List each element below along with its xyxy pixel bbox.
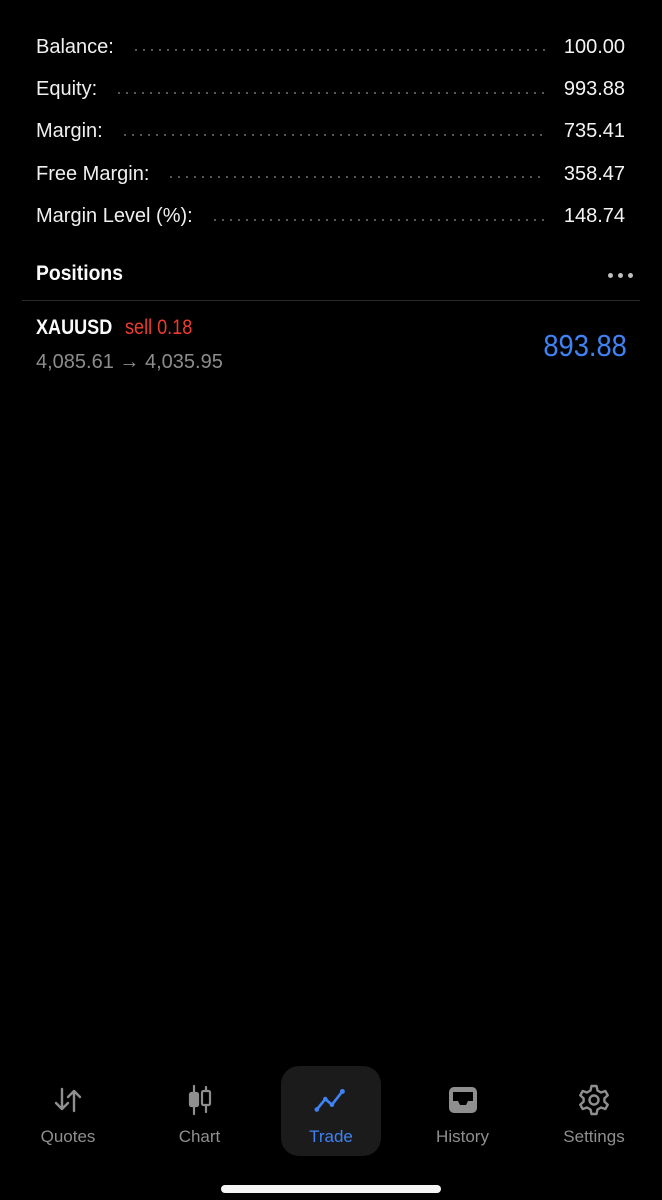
summary-row-margin: Margin: 735.41 — [36, 111, 625, 153]
summary-row-margin-level: Margin Level (%): 148.74 — [36, 196, 625, 238]
position-profit: 893.88 — [543, 328, 627, 363]
position-row[interactable]: XAUUSD sell 0.18 4,085.61 → 4,035.95 893… — [36, 310, 627, 380]
dotted-leader — [210, 218, 546, 221]
summary-row-free-margin: Free Margin: 358.47 — [36, 153, 625, 195]
summary-value: 358.47 — [563, 162, 625, 185]
summary-label: Free Margin: — [36, 162, 150, 185]
account-summary: Balance: 100.00 Equity: 993.88 Margin: 7… — [36, 26, 625, 238]
position-symbol: XAUUSD — [36, 316, 113, 339]
positions-header: Positions — [22, 252, 640, 301]
more-options-icon[interactable] — [600, 262, 640, 288]
quotes-arrows-icon — [50, 1082, 86, 1118]
dot — [627, 272, 633, 278]
dot — [617, 272, 623, 278]
summary-row-equity: Equity: 993.88 — [36, 68, 625, 110]
gear-icon — [576, 1082, 612, 1118]
dotted-leader — [167, 176, 546, 179]
trend-line-icon — [313, 1082, 349, 1118]
position-prices: 4,085.61 → 4,035.95 — [36, 351, 223, 373]
tab-trade[interactable]: Trade — [281, 1066, 381, 1156]
dotted-leader — [131, 49, 546, 52]
summary-label: Margin: — [36, 120, 103, 143]
bottom-tab-bar: Quotes Chart Trade History Settings — [18, 1066, 644, 1158]
tab-settings[interactable]: Settings — [544, 1066, 644, 1156]
summary-value: 735.41 — [563, 120, 625, 143]
summary-value: 100.00 — [563, 35, 625, 58]
summary-label: Equity: — [36, 78, 98, 101]
tab-label: Trade — [309, 1127, 353, 1146]
positions-title: Positions — [36, 262, 123, 285]
position-side-volume: sell 0.18 — [125, 316, 193, 339]
dotted-leader — [120, 133, 546, 136]
candlestick-icon — [182, 1082, 218, 1118]
summary-value: 148.74 — [563, 205, 625, 228]
tab-history[interactable]: History — [413, 1066, 513, 1156]
tab-label: Settings — [563, 1127, 625, 1146]
tab-label: History — [436, 1127, 489, 1146]
summary-label: Balance: — [36, 35, 114, 58]
dotted-leader — [115, 91, 546, 94]
summary-row-balance: Balance: 100.00 — [36, 26, 625, 68]
summary-value: 993.88 — [563, 78, 625, 101]
tab-chart[interactable]: Chart — [150, 1066, 250, 1156]
tab-quotes[interactable]: Quotes — [18, 1066, 118, 1156]
inbox-tray-icon — [445, 1082, 481, 1118]
tab-label: Quotes — [40, 1127, 96, 1146]
summary-label: Margin Level (%): — [36, 205, 193, 228]
tab-label: Chart — [178, 1127, 221, 1146]
home-indicator[interactable] — [221, 1185, 441, 1193]
dot — [607, 272, 613, 278]
